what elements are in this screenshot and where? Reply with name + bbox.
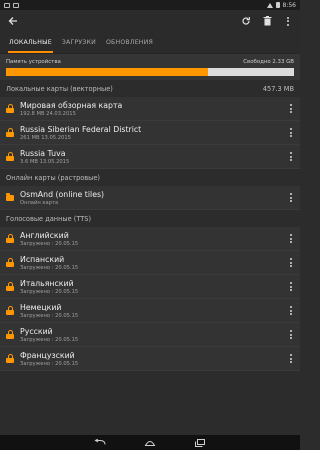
wifi-icon: [266, 2, 273, 8]
delete-icon: [263, 16, 271, 26]
section-title: Локальные карты (векторные): [6, 84, 113, 93]
item-title: Французский: [20, 350, 75, 360]
item-subtitle: Загружено : 20.05.15: [20, 264, 79, 271]
nav-back-icon: [94, 438, 106, 445]
item-subtitle: Загружено : 20.05.15: [20, 288, 79, 295]
item-title: Итальянский: [20, 278, 74, 288]
section-header-local-maps: Локальные карты (векторные) 457.3 MB: [0, 80, 300, 97]
item-title: OsmAnd (online tiles): [20, 189, 105, 199]
memory-usage-fill: [6, 68, 208, 76]
list-item-russia-tuva[interactable]: Russia Tuva 3.6 MB 13.05.2015: [0, 145, 300, 169]
item-subtitle: Онлайн карта: [20, 199, 59, 206]
list-item-voice-russian[interactable]: Русский Загружено : 20.05.15: [0, 323, 300, 347]
list-item-voice-spanish[interactable]: Испанский Загружено : 20.05.15: [0, 251, 300, 275]
tab-local[interactable]: ЛОКАЛЬНЫЕ: [4, 32, 57, 53]
notification-icon: [13, 2, 19, 8]
status-bar: 8:56: [0, 0, 300, 10]
item-title: Russia Tuva: [20, 148, 66, 158]
item-menu-button[interactable]: [286, 279, 296, 295]
lock-icon: [6, 258, 14, 267]
item-menu-button[interactable]: [286, 125, 296, 141]
item-title: Английский: [20, 230, 69, 240]
nav-home-icon: [144, 440, 156, 446]
toolbar: [0, 10, 300, 32]
nav-recents-button[interactable]: [194, 438, 206, 448]
lock-icon: [6, 152, 14, 161]
item-menu-button[interactable]: [286, 303, 296, 319]
folder-icon: [6, 192, 14, 201]
lock-icon: [6, 128, 14, 137]
item-menu-button[interactable]: [286, 255, 296, 271]
lock-icon: [6, 330, 14, 339]
tab-updates[interactable]: ОБНОВЛЕНИЯ: [101, 32, 158, 53]
lock-icon: [6, 104, 14, 113]
system-navigation-bar: [0, 435, 300, 450]
list-item-voice-german[interactable]: Немецкий Загружено : 20.05.15: [0, 299, 300, 323]
back-button[interactable]: [6, 14, 20, 28]
item-title: Мировая обзорная карта: [20, 100, 123, 110]
lock-icon: [6, 354, 14, 363]
section-header-voice-data: Голосовые данные (TTS): [0, 210, 300, 227]
overflow-menu-icon: [283, 13, 293, 29]
memory-label: Память устройства: [6, 59, 61, 65]
list-item-voice-italian[interactable]: Итальянский Загружено : 20.05.15: [0, 275, 300, 299]
nav-back-button[interactable]: [94, 438, 106, 448]
section-header-online-maps: Онлайн карты (растровые): [0, 169, 300, 186]
nav-recents-icon: [195, 438, 205, 447]
nav-home-button[interactable]: [144, 438, 156, 448]
list-item-voice-french[interactable]: Французский Загружено : 20.05.15: [0, 347, 300, 371]
list-item-world-overview[interactable]: Мировая обзорная карта 192.8 MB 24.03.20…: [0, 97, 300, 121]
status-time: 8:56: [282, 1, 296, 9]
device-memory-panel: Память устройства Свободно 2.33 GB: [0, 54, 300, 80]
overflow-menu-button[interactable]: [282, 15, 294, 27]
refresh-icon: [242, 17, 250, 25]
item-menu-button[interactable]: [286, 351, 296, 367]
item-menu-button[interactable]: [286, 149, 296, 165]
lock-icon: [6, 306, 14, 315]
item-title: Русский: [20, 326, 53, 336]
item-title: Немецкий: [20, 302, 62, 312]
lock-icon: [6, 282, 14, 291]
item-subtitle: 3.6 MB 13.05.2015: [20, 158, 70, 165]
item-menu-button[interactable]: [286, 190, 296, 206]
item-subtitle: Загружено : 20.05.15: [20, 360, 79, 367]
delete-button[interactable]: [261, 15, 273, 27]
item-menu-button[interactable]: [286, 327, 296, 343]
arrow-back-icon: [8, 17, 17, 25]
memory-usage-bar: [6, 68, 294, 76]
section-title: Онлайн карты (растровые): [6, 173, 101, 182]
section-size: 457.3 MB: [262, 84, 294, 93]
item-subtitle: Загружено : 20.05.15: [20, 240, 79, 247]
list-item-siberian-district[interactable]: Russia Siberian Federal District 261 MB …: [0, 121, 300, 145]
item-subtitle: 192.8 MB 24.03.2015: [20, 110, 76, 117]
item-subtitle: 261 MB 13.05.2015: [20, 134, 71, 141]
status-notifications: [4, 2, 19, 8]
item-subtitle: Загружено : 20.05.15: [20, 312, 79, 319]
item-menu-button[interactable]: [286, 101, 296, 117]
item-title: Russia Siberian Federal District: [20, 124, 142, 134]
refresh-button[interactable]: [240, 15, 252, 27]
item-title: Испанский: [20, 254, 65, 264]
list-item-osmand-online-tiles[interactable]: OsmAnd (online tiles) Онлайн карта: [0, 186, 300, 210]
list-item-voice-english[interactable]: Английский Загружено : 20.05.15: [0, 227, 300, 251]
tab-downloads[interactable]: ЗАГРУЗКИ: [57, 32, 101, 53]
memory-free: Свободно 2.33 GB: [243, 59, 294, 65]
section-title: Голосовые данные (TTS): [6, 214, 92, 223]
notification-icon: [4, 2, 10, 8]
battery-icon: [275, 2, 280, 8]
tab-bar: ЛОКАЛЬНЫЕ ЗАГРУЗКИ ОБНОВЛЕНИЯ: [0, 32, 300, 54]
item-menu-button[interactable]: [286, 231, 296, 247]
item-subtitle: Загружено : 20.05.15: [20, 336, 79, 343]
status-indicators: 8:56: [266, 1, 296, 9]
lock-icon: [6, 234, 14, 243]
